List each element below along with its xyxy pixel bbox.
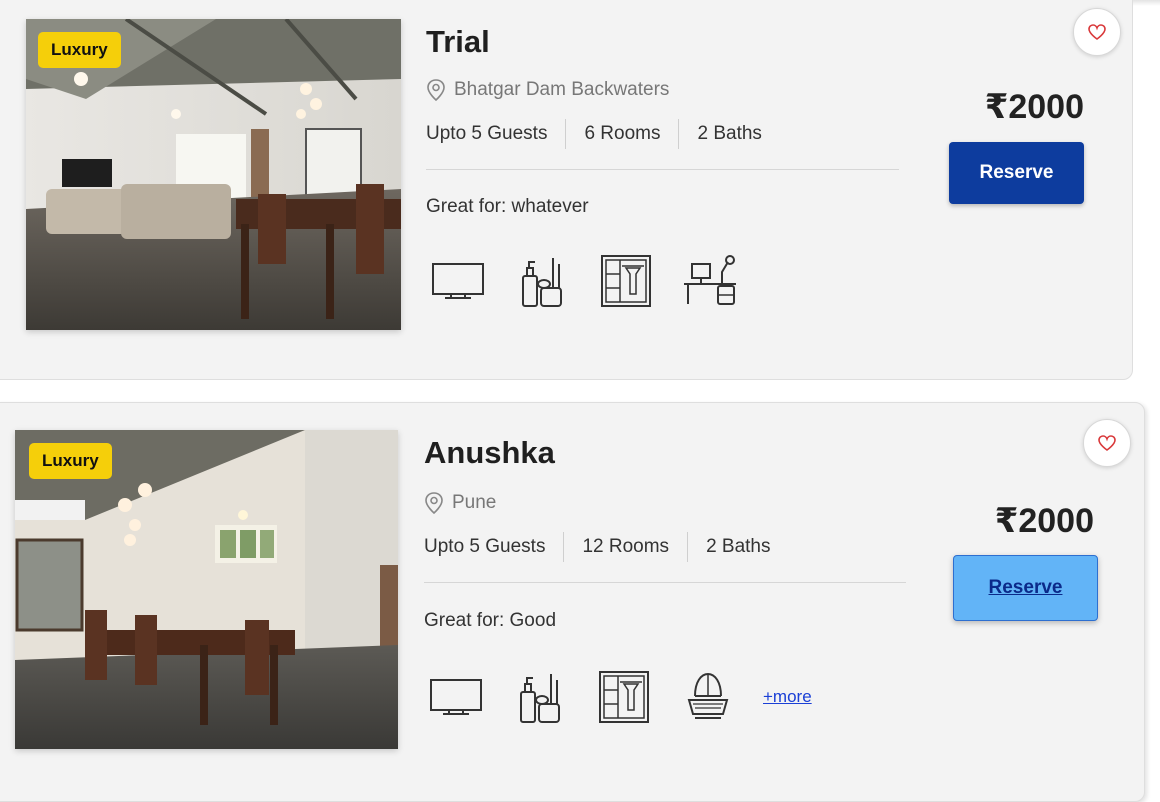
location-pin-icon — [425, 492, 443, 514]
property-photo[interactable]: Luxury — [15, 430, 398, 749]
listing-card-trial[interactable]: Luxury Trial Bhatgar Dam Backwaters Upto… — [0, 0, 1133, 380]
property-location: Bhatgar Dam Backwaters — [426, 79, 669, 101]
guests-count: Upto 5 Guests — [424, 532, 565, 562]
property-location: Pune — [424, 492, 496, 514]
favorite-button[interactable] — [1073, 8, 1121, 56]
toiletries-icon — [513, 252, 571, 310]
luxury-badge: Luxury — [38, 32, 121, 68]
favorite-button[interactable] — [1083, 419, 1131, 467]
heater-icon — [679, 668, 737, 726]
wardrobe-icon — [597, 252, 655, 310]
property-photo[interactable]: Luxury — [26, 19, 401, 330]
property-title[interactable]: Anushka — [424, 435, 555, 471]
property-stats: Upto 5 Guests 12 Rooms 2 Baths — [424, 532, 789, 562]
heart-icon — [1098, 435, 1116, 451]
location-text: Bhatgar Dam Backwaters — [454, 79, 670, 100]
amenities-list — [429, 252, 765, 310]
tv-icon — [429, 252, 487, 310]
property-title[interactable]: Trial — [426, 24, 490, 60]
rooms-count: 12 Rooms — [564, 532, 689, 562]
rooms-count: 6 Rooms — [566, 119, 680, 149]
great-for-text: Great for: whatever — [426, 196, 589, 217]
heart-icon — [1088, 24, 1106, 40]
price: ₹2000 — [994, 502, 1094, 540]
great-for-text: Great for: Good — [424, 610, 557, 631]
listing-card-anushka[interactable]: Luxury Anushka Pune Upto 5 Guests 12 Roo… — [0, 402, 1145, 802]
location-pin-icon — [427, 79, 445, 101]
divider — [426, 169, 899, 170]
reserve-button[interactable]: Reserve — [949, 142, 1084, 204]
reserve-button[interactable]: Reserve — [953, 555, 1098, 621]
toiletries-icon — [511, 668, 569, 726]
baths-count: 2 Baths — [706, 536, 771, 557]
work-desk-icon — [681, 252, 739, 310]
divider — [424, 582, 906, 583]
baths-count: 2 Baths — [697, 123, 762, 144]
guests-count: Upto 5 Guests — [426, 119, 567, 149]
price: ₹2000 — [984, 88, 1084, 126]
more-amenities-link[interactable]: +more — [763, 687, 812, 707]
location-text: Pune — [452, 492, 497, 513]
property-stats: Upto 5 Guests 6 Rooms 2 Baths — [426, 119, 780, 149]
luxury-badge: Luxury — [29, 443, 112, 479]
tv-icon — [427, 668, 485, 726]
amenities-list: +more — [427, 668, 812, 726]
wardrobe-icon — [595, 668, 653, 726]
